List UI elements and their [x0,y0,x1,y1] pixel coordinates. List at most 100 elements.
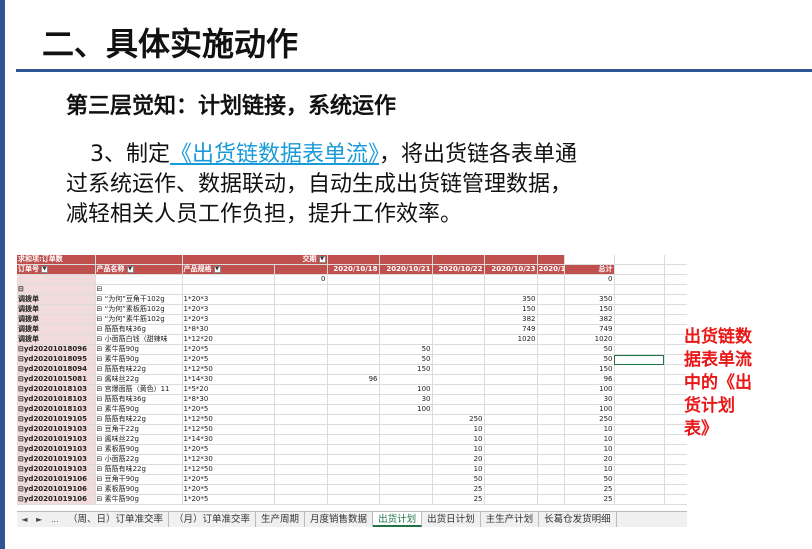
product-cell[interactable]: ⊟ 酱味丝22g [95,374,183,385]
value-cell[interactable]: 0 [274,274,328,285]
spec-cell[interactable]: 1*20*3 [182,304,275,315]
product-cell[interactable]: ⊟ “为何”素板筋102g [95,304,183,315]
sheet-tab[interactable]: 出货计划 [373,512,423,527]
value-cell[interactable] [537,284,565,295]
product-cell[interactable]: ⊟ 筋筋有味22g [95,364,183,375]
value-cell[interactable]: 749 [484,324,538,335]
order-cell[interactable]: ⊟yd20201019103 [17,434,96,445]
spec-filter-icon[interactable]: ▼ [213,265,221,273]
value-cell[interactable] [274,334,328,345]
spec-cell[interactable]: 1*20*5 [182,444,275,455]
value-cell[interactable]: 150 [379,364,433,375]
value-cell[interactable]: 10 [432,424,485,435]
value-cell[interactable] [274,324,328,335]
empty-cell[interactable] [614,284,665,295]
order-cell[interactable]: ⊟yd20201018095 [17,354,96,365]
spec-cell[interactable]: 1*12*50 [182,364,275,375]
value-cell[interactable]: 30 [379,394,433,405]
value-cell[interactable] [327,454,380,465]
value-cell[interactable] [537,474,565,485]
value-cell[interactable] [379,324,433,335]
value-cell[interactable] [484,434,538,445]
more-sheets-icon[interactable]: ... [51,515,59,524]
spec-cell[interactable]: 1*14*30 [182,374,275,385]
value-cell[interactable] [274,304,328,315]
empty-cell[interactable] [664,314,687,325]
col-field-filter-icon[interactable]: ▼ [318,255,326,263]
value-cell[interactable] [537,294,565,305]
value-cell[interactable] [274,294,328,305]
empty-cell[interactable] [614,344,665,355]
value-cell[interactable] [274,424,328,435]
empty-cell[interactable] [614,424,665,435]
order-cell[interactable]: ⊟yd20201019106 [17,494,96,505]
value-cell[interactable] [432,384,485,395]
spec-cell[interactable]: 1*20*5 [182,484,275,495]
total-cell[interactable]: 382 [564,314,615,325]
value-cell[interactable] [432,374,485,385]
value-cell[interactable] [537,454,565,465]
prev-sheet-icon[interactable]: ◄ [21,515,27,524]
value-cell[interactable] [484,394,538,405]
value-cell[interactable] [537,384,565,395]
value-cell[interactable]: 10 [432,464,485,475]
total-cell[interactable]: 10 [564,434,615,445]
value-cell[interactable] [537,494,565,505]
empty-cell[interactable] [664,454,687,465]
sheet-tab[interactable]: 主生产计划 [481,512,540,527]
empty-cell[interactable] [664,474,687,485]
value-cell[interactable] [327,404,380,415]
total-cell[interactable]: 50 [564,344,615,355]
value-cell[interactable] [327,294,380,305]
value-cell[interactable] [484,364,538,375]
total-cell[interactable]: 1020 [564,334,615,345]
value-cell[interactable] [484,344,538,355]
value-cell[interactable] [537,464,565,475]
value-cell[interactable] [537,334,565,345]
order-cell[interactable]: 调拨单 [17,314,96,325]
product-cell[interactable]: ⊟ 素板筋90g [95,444,183,455]
order-cell[interactable]: ⊟yd20201019103 [17,464,96,475]
empty-cell[interactable] [614,274,665,285]
empty-cell[interactable] [614,364,665,375]
value-cell[interactable] [327,394,380,405]
value-cell[interactable] [432,304,485,315]
empty-cell[interactable] [614,454,665,465]
empty-cell[interactable] [614,434,665,445]
total-cell[interactable]: 20 [564,454,615,465]
value-cell[interactable] [274,344,328,355]
value-cell[interactable]: 1020 [484,334,538,345]
total-cell[interactable]: 10 [564,424,615,435]
total-cell[interactable] [564,284,615,295]
product-cell[interactable]: ⊟ 素牛筋90g [95,344,183,355]
value-cell[interactable] [537,484,565,495]
value-cell[interactable] [327,344,380,355]
sheet-tab[interactable]: 月度销售数据 [305,512,374,527]
empty-cell[interactable] [664,444,687,455]
value-cell[interactable]: 250 [432,414,485,425]
order-cell[interactable]: 调拨单 [17,304,96,315]
product-cell[interactable]: ⊟ “为何”豆角干102g [95,294,183,305]
value-cell[interactable] [484,444,538,455]
spec-cell[interactable]: 1*20*5 [182,344,275,355]
value-cell[interactable] [379,284,433,295]
product-cell[interactable]: ⊟ 筋筋有味36g [95,324,183,335]
total-cell[interactable]: 25 [564,484,615,495]
product-cell[interactable]: ⊟ “为何”素牛筋102g [95,314,183,325]
order-cell[interactable]: ⊟ [17,284,96,295]
value-cell[interactable]: 100 [379,384,433,395]
value-cell[interactable] [537,354,565,365]
value-cell[interactable] [432,344,485,355]
product-cell[interactable]: ⊟ 宫爆面筋（黄色）11 [95,384,183,395]
value-cell[interactable] [379,434,433,445]
product-cell[interactable]: ⊟ 筋筋有味36g [95,394,183,405]
value-cell[interactable] [327,324,380,335]
value-cell[interactable] [274,284,328,295]
spec-cell[interactable]: 1*12*50 [182,424,275,435]
value-cell[interactable] [327,334,380,345]
order-cell[interactable]: 调拨单 [17,294,96,305]
value-cell[interactable]: 50 [379,344,433,355]
product-cell[interactable]: ⊟ 豆角干22g [95,424,183,435]
order-cell[interactable]: ⊟yd20201019106 [17,474,96,485]
value-cell[interactable] [379,474,433,485]
